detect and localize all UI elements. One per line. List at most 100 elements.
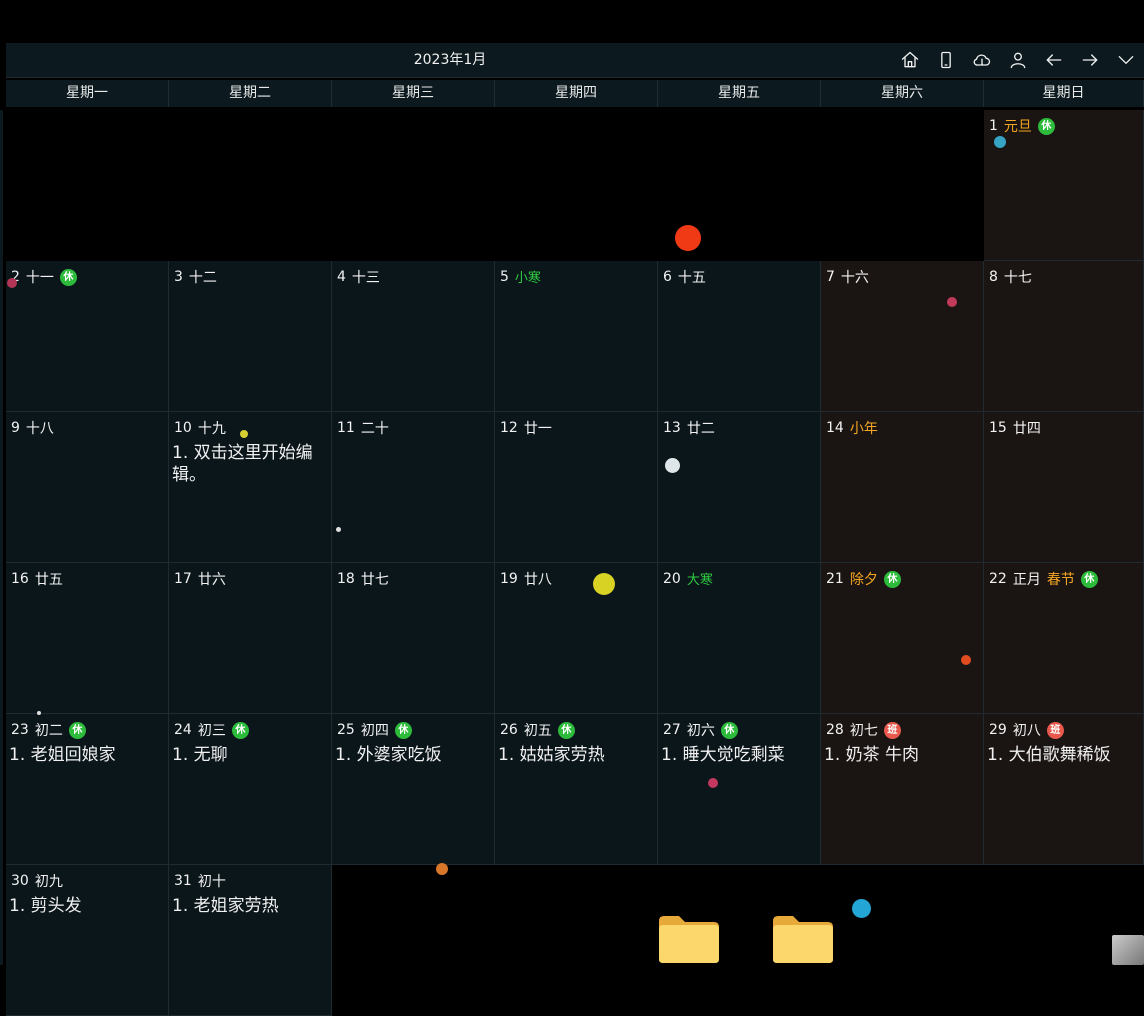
event-note[interactable]: 1. 老姐回娘家 — [9, 744, 160, 766]
day-header: 10 十九 — [174, 418, 226, 438]
day-number: 4 — [337, 269, 346, 285]
day-cell[interactable]: 5 小寒 — [495, 261, 658, 412]
day-cell[interactable]: 13 廿二 — [658, 412, 821, 563]
day-header: 11 二十 — [337, 418, 389, 438]
day-number: 28 — [826, 722, 844, 738]
day-header: 6 十五 — [663, 267, 706, 287]
day-cell[interactable]: 10 十九 1. 双击这里开始编辑。 — [169, 412, 332, 563]
day-cell[interactable]: 30 初九 1. 剪头发 — [6, 865, 169, 1016]
event-note[interactable]: 1. 双击这里开始编辑。 — [172, 442, 323, 486]
user-icon — [1010, 52, 1026, 69]
calendar-header: 2023年1月 — [6, 43, 1144, 78]
lunar-date: 正月 — [1012, 572, 1041, 588]
day-cell[interactable]: 17 廿六 — [169, 563, 332, 714]
day-number: 25 — [337, 722, 355, 738]
arrow-left-button[interactable] — [1036, 43, 1072, 77]
day-cell[interactable]: 25 初四休 1. 外婆家吃饭 — [332, 714, 495, 865]
event-note[interactable]: 1. 老姐家劳热 — [172, 895, 323, 917]
lunar-date: 初七 — [849, 723, 878, 739]
day-cell[interactable]: 21 除夕休 — [821, 563, 984, 714]
day-number: 24 — [174, 722, 192, 738]
chevron-down-button[interactable] — [1108, 43, 1144, 77]
day-cell[interactable]: 20 大寒 — [658, 563, 821, 714]
day-header: 4 十三 — [337, 267, 380, 287]
day-cell[interactable]: 12 廿一 — [495, 412, 658, 563]
particle-dot — [961, 655, 971, 665]
lunar-date: 初三 — [197, 723, 226, 739]
day-cell[interactable]: 19 廿八 — [495, 563, 658, 714]
day-cell[interactable]: 29 初八班 1. 大伯歌舞稀饭 — [984, 714, 1144, 865]
rest-badge: 休 — [1080, 570, 1098, 588]
rest-badge: 休 — [59, 268, 77, 286]
toolbar — [892, 43, 1144, 77]
day-header: 27 初六休 — [663, 720, 738, 740]
day-cell[interactable]: 1 元旦休 — [984, 110, 1144, 261]
day-number: 16 — [11, 571, 29, 587]
day-cell[interactable]: 7 十六 — [821, 261, 984, 412]
lunar-date: 元旦 — [1003, 119, 1032, 135]
day-cell[interactable]: 9 十八 — [6, 412, 169, 563]
lunar-date: 十九 — [197, 421, 226, 437]
user-button[interactable] — [1000, 43, 1036, 77]
weekday-header: 星期三 — [332, 80, 495, 107]
weekday-header-row: 星期一 星期二 星期三 星期四 星期五 星期六 星期日 — [6, 80, 1144, 107]
day-number: 22 — [989, 571, 1007, 587]
phone-button[interactable] — [928, 43, 964, 77]
folder-icon[interactable] — [657, 913, 721, 963]
day-number: 8 — [989, 269, 998, 285]
day-cell[interactable]: 23 初二休 1. 老姐回娘家 — [6, 714, 169, 865]
work-badge: 班 — [1046, 721, 1064, 739]
day-cell[interactable]: 8 十七 — [984, 261, 1144, 412]
day-number: 21 — [826, 571, 844, 587]
day-header: 20 大寒 — [663, 569, 713, 589]
cloud-button[interactable] — [964, 43, 1000, 77]
day-cell[interactable]: 27 初六休 1. 睡大觉吃剩菜 — [658, 714, 821, 865]
day-number: 27 — [663, 722, 681, 738]
rest-badge: 休 — [557, 721, 575, 739]
day-cell[interactable]: 3 十二 — [169, 261, 332, 412]
particle-dot — [852, 899, 871, 918]
home-button[interactable] — [892, 43, 928, 77]
lunar-date: 廿五 — [34, 572, 63, 588]
cloud-icon — [973, 54, 991, 66]
particle-dot — [436, 863, 448, 875]
day-number: 5 — [500, 268, 509, 285]
particle-dot — [37, 711, 41, 715]
day-cell[interactable]: 14 小年 — [821, 412, 984, 563]
day-header: 30 初九 — [11, 871, 63, 891]
lunar-date: 初八 — [1012, 723, 1041, 739]
day-cell[interactable]: 28 初七班 1. 奶茶 牛肉 — [821, 714, 984, 865]
day-cell[interactable]: 15 廿四 — [984, 412, 1144, 563]
lunar-date: 廿四 — [1012, 421, 1041, 437]
arrow-right-button[interactable] — [1072, 43, 1108, 77]
day-cell[interactable]: 16 廿五 — [6, 563, 169, 714]
event-note[interactable]: 1. 姑姑家劳热 — [498, 744, 649, 766]
day-cell[interactable]: 11 二十 — [332, 412, 495, 563]
rest-badge: 休 — [1037, 117, 1055, 135]
day-cell[interactable]: 18 廿七 — [332, 563, 495, 714]
thumbnail-image[interactable] — [1112, 935, 1144, 965]
day-cell[interactable]: 4 十三 — [332, 261, 495, 412]
day-cell[interactable]: 22 正月 春节休 — [984, 563, 1144, 714]
rest-badge: 休 — [394, 721, 412, 739]
day-header: 21 除夕休 — [826, 569, 901, 589]
day-header: 9 十八 — [11, 418, 54, 438]
event-note[interactable]: 1. 无聊 — [172, 744, 323, 766]
event-note[interactable]: 1. 睡大觉吃剩菜 — [661, 744, 812, 766]
calendar-grid: 1 元旦休 2 十一休 3 十二 4 十三 5 小寒 6 十五 7 十六 8 十七 9 十八 10 十九 1. 双击这里… — [6, 110, 1144, 1016]
lunar-date: 二十 — [360, 421, 389, 437]
event-note[interactable]: 1. 大伯歌舞稀饭 — [987, 744, 1135, 766]
day-header: 14 小年 — [826, 418, 878, 438]
day-cell[interactable]: 2 十一休 — [6, 261, 169, 412]
event-note[interactable]: 1. 奶茶 牛肉 — [824, 744, 975, 766]
event-note[interactable]: 1. 外婆家吃饭 — [335, 744, 486, 766]
day-cell[interactable]: 24 初三休 1. 无聊 — [169, 714, 332, 865]
event-note[interactable]: 1. 剪头发 — [9, 895, 160, 917]
lunar-date: 十八 — [25, 421, 54, 437]
day-cell[interactable]: 31 初十 1. 老姐家劳热 — [169, 865, 332, 1016]
day-cell[interactable]: 6 十五 — [658, 261, 821, 412]
folder-icon[interactable] — [771, 913, 835, 963]
particle-dot — [708, 778, 718, 788]
day-number: 9 — [11, 420, 20, 436]
day-cell[interactable]: 26 初五休 1. 姑姑家劳热 — [495, 714, 658, 865]
